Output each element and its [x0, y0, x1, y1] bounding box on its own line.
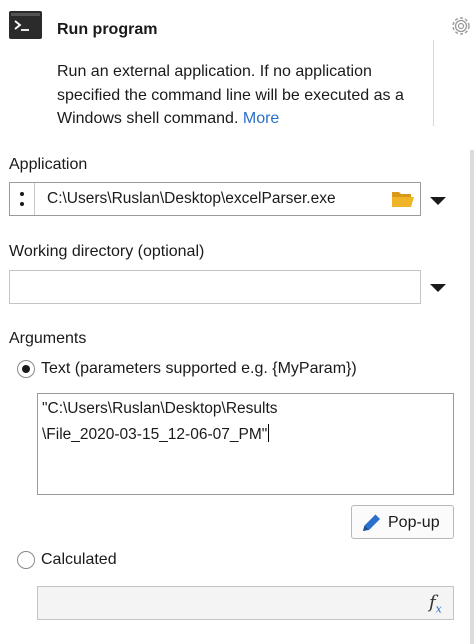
- more-link[interactable]: More: [243, 110, 279, 127]
- working-directory-label: Working directory (optional): [9, 243, 205, 260]
- arguments-text-line-2-value: \File_2020-03-15_12-06-07_PM": [42, 426, 268, 443]
- pencil-icon: [363, 514, 380, 531]
- scrollbar[interactable]: [470, 150, 474, 644]
- text-caret: [268, 424, 270, 442]
- arguments-label: Arguments: [9, 330, 87, 347]
- description: Run an external application. If no appli…: [57, 60, 429, 131]
- application-value: C:\Users\Ruslan\Desktop\excelParser.exe: [47, 190, 336, 207]
- text-option-radio[interactable]: [17, 360, 35, 378]
- arguments-text-line-1: "C:\Users\Ruslan\Desktop\Results: [42, 400, 278, 417]
- calculated-input[interactable]: fx: [37, 586, 454, 620]
- arguments-text-line-2: \File_2020-03-15_12-06-07_PM": [42, 424, 270, 444]
- kebab-menu-icon[interactable]: [10, 183, 35, 215]
- application-field[interactable]: C:\Users\Ruslan\Desktop\excelParser.exe: [9, 182, 421, 216]
- terminal-icon: [9, 11, 42, 39]
- popup-button[interactable]: Pop-up: [351, 505, 454, 539]
- application-dropdown-chevron-down-icon[interactable]: [429, 194, 447, 206]
- description-text: Run an external application. If no appli…: [57, 63, 404, 127]
- folder-open-icon[interactable]: [391, 190, 415, 208]
- text-option-label[interactable]: Text (parameters supported e.g. {MyParam…: [41, 360, 357, 378]
- working-directory-input[interactable]: [9, 270, 421, 304]
- popup-button-label: Pop-up: [388, 514, 440, 531]
- header-divider: [433, 40, 434, 126]
- gear-icon[interactable]: [449, 14, 473, 38]
- arguments-text-input[interactable]: "C:\Users\Ruslan\Desktop\Results \File_2…: [37, 393, 454, 495]
- calculated-option-label[interactable]: Calculated: [41, 551, 117, 569]
- fx-icon[interactable]: fx: [429, 592, 442, 616]
- header: Run program Run an external application.…: [0, 0, 474, 140]
- working-directory-chevron-down-icon[interactable]: [429, 281, 447, 293]
- page-title: Run program: [57, 21, 158, 38]
- application-label: Application: [9, 156, 88, 173]
- calculated-option-radio[interactable]: [17, 551, 35, 569]
